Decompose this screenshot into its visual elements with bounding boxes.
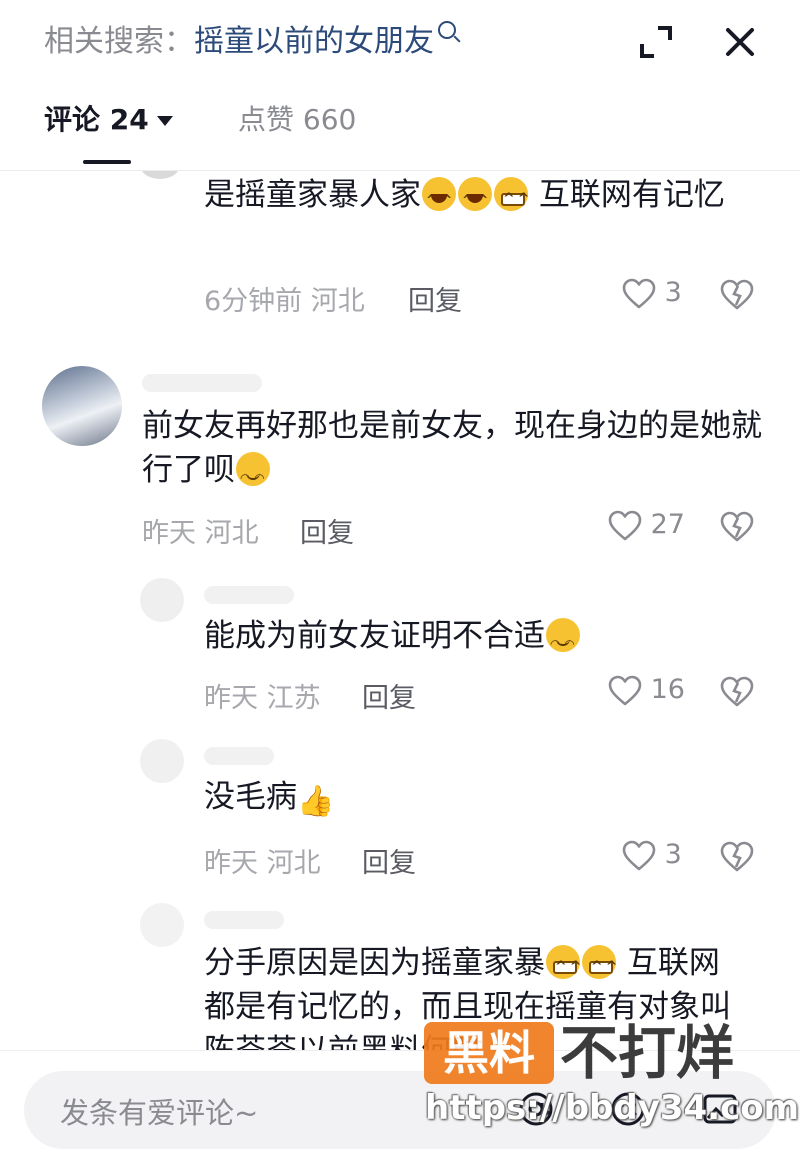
smug-emoji-icon: [236, 452, 270, 500]
reply-button[interactable]: 回复: [300, 511, 354, 550]
dislike-icon: [720, 279, 754, 310]
grin-emoji-icon: [582, 945, 620, 989]
comment-item: 是摇童家暴人家 互联网有记忆 6分钟前 河北 回复 3: [0, 171, 800, 346]
tab-likes-count: 660: [302, 103, 357, 136]
comments-header: 相关搜索：摇童以前的女朋友 评论 24 点赞 660: [0, 0, 800, 171]
comment-meta: 昨天 河北: [142, 511, 259, 550]
related-search-query[interactable]: 摇童以前的女朋友: [194, 24, 434, 59]
like-count: 3: [664, 839, 682, 870]
dislike-icon: [720, 676, 754, 707]
like-button[interactable]: 3: [622, 839, 682, 872]
dislike-button[interactable]: [720, 279, 754, 311]
watermark-text: 不打烊: [560, 1019, 735, 1087]
comment-location: 河北: [204, 518, 259, 549]
like-count: 27: [650, 509, 685, 540]
avatar[interactable]: [42, 366, 122, 446]
username-blurred[interactable]: [204, 911, 284, 929]
comment-item: 没毛病👍 昨天 河北 回复 3: [0, 739, 800, 899]
tab-likes[interactable]: 点赞 660: [238, 98, 356, 142]
dislike-button[interactable]: [720, 841, 754, 873]
heart-icon: [608, 675, 642, 705]
like-count: 16: [650, 674, 685, 705]
tab-comments[interactable]: 评论 24: [44, 98, 173, 142]
comment-meta: 昨天 河北: [204, 841, 321, 880]
comment-item: 前女友再好那也是前女友，现在身边的是她就行了呗 昨天 河北 回复 27: [0, 366, 800, 566]
laugh-cry-emoji-icon: [422, 177, 456, 223]
dislike-icon: [720, 841, 754, 872]
comment-location: 河北: [266, 848, 321, 879]
username-blurred[interactable]: [142, 374, 262, 392]
caret-down-icon: [156, 116, 173, 126]
comment-text: 能成为前女友证明不合适: [204, 614, 744, 666]
related-search[interactable]: 相关搜索：摇童以前的女朋友: [44, 21, 456, 62]
tab-likes-label: 点赞: [238, 103, 295, 136]
comment-list[interactable]: 是摇童家暴人家 互联网有记忆 6分钟前 河北 回复 3 前女友再好那也是前女友，…: [0, 171, 800, 1051]
reply-button[interactable]: 回复: [408, 279, 462, 318]
comment-time: 昨天: [204, 848, 258, 879]
username-blurred[interactable]: [204, 586, 294, 604]
comment-time: 昨天: [142, 518, 196, 549]
heart-icon: [608, 510, 642, 540]
tab-comments-label: 评论: [44, 103, 101, 136]
tab-comments-count: 24: [109, 103, 149, 136]
comment-text: 前女友再好那也是前女友，现在身边的是她就行了呗: [142, 404, 762, 500]
dislike-icon: [720, 511, 754, 542]
heart-icon: [622, 840, 656, 870]
comment-location: 江苏: [266, 683, 321, 714]
heart-icon: [622, 278, 656, 308]
avatar[interactable]: [140, 739, 184, 783]
related-search-label: 相关搜索：: [44, 24, 194, 59]
close-icon[interactable]: [722, 24, 758, 64]
avatar[interactable]: [140, 903, 184, 947]
like-button[interactable]: 16: [608, 674, 685, 707]
thumbs-up-emoji-icon: 👍: [297, 784, 335, 819]
reply-button[interactable]: 回复: [362, 841, 416, 880]
comment-item: 能成为前女友证明不合适 昨天 江苏 回复 16: [0, 576, 800, 736]
like-button[interactable]: 27: [608, 509, 685, 542]
avatar[interactable]: [140, 171, 180, 179]
comment-meta: 6分钟前 河北: [204, 279, 365, 318]
comment-time: 6分钟前: [204, 286, 303, 317]
grin-emoji-icon: [494, 177, 532, 221]
dislike-button[interactable]: [720, 676, 754, 708]
comment-input-placeholder: 发条有爱评论~: [60, 1096, 259, 1130]
watermark-url: https://bbdy34.com: [425, 1088, 800, 1128]
dislike-button[interactable]: [720, 511, 754, 543]
like-count: 3: [664, 277, 682, 308]
laugh-cry-emoji-icon: [458, 177, 492, 223]
username-blurred[interactable]: [204, 747, 274, 765]
comment-time: 昨天: [204, 683, 258, 714]
comment-location: 河北: [310, 286, 365, 317]
comment-text: 没毛病👍: [204, 775, 744, 824]
comment-meta: 昨天 江苏: [204, 676, 321, 715]
watermark-badge: 黑料: [424, 1022, 554, 1084]
tab-active-indicator: [83, 160, 131, 164]
avatar[interactable]: [140, 578, 184, 622]
grin-emoji-icon: [546, 945, 584, 989]
smug-emoji-icon: [546, 618, 580, 666]
reply-button[interactable]: 回复: [362, 676, 416, 715]
collapse-icon[interactable]: [638, 24, 674, 64]
comment-text: 是摇童家暴人家 互联网有记忆: [204, 173, 744, 223]
search-icon: [438, 21, 456, 39]
like-button[interactable]: 3: [622, 277, 682, 310]
